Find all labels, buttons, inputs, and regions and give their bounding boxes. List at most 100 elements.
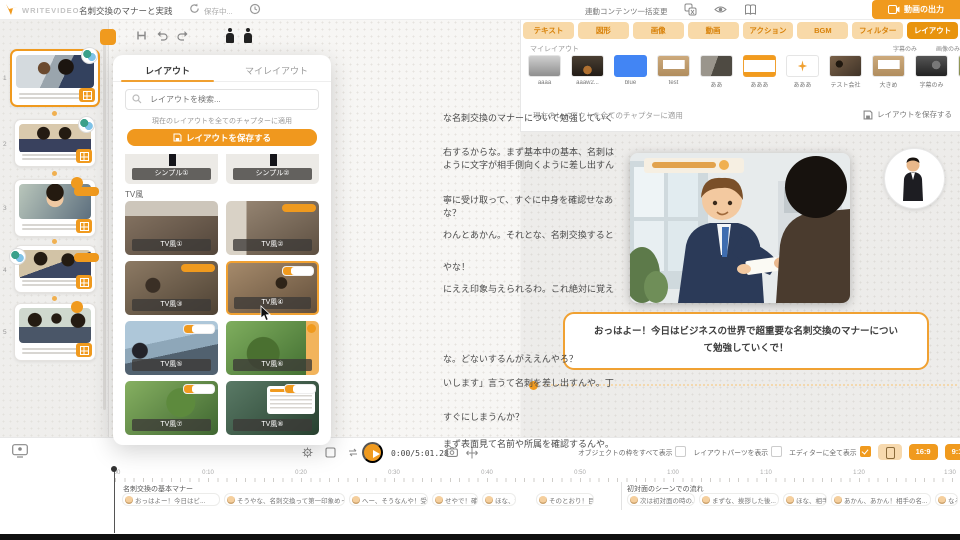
layout-thumbnail-tv[interactable]: TV風⑥ [226, 321, 319, 375]
asset-tab[interactable]: 動画 [688, 22, 739, 39]
my-layout-thumbnail[interactable]: あああ [743, 55, 776, 89]
script-line[interactable]: 寧に受け取って、すぐに中身を確認せなあ [443, 193, 613, 206]
my-layout-thumbnail[interactable]: あああ [786, 55, 819, 89]
aspect-ratio-button[interactable]: 9:16 [945, 444, 960, 460]
checkbox[interactable] [771, 446, 782, 457]
script-line[interactable]: まず表面見て名前や所属を確認するんや。 [443, 437, 614, 450]
apply-all-chapters-label[interactable]: 現在のレイアウトを全てのチャプターに適用 [113, 116, 331, 126]
scene-layout-button[interactable] [76, 219, 92, 233]
script-line[interactable]: わんとあかん。それとな、名刺交換すると [443, 228, 614, 241]
script-line[interactable]: 右するからな。まず基本中の基本、名刺は [443, 145, 614, 158]
scene-thumbnail[interactable] [14, 179, 96, 237]
scene-layout-button[interactable] [76, 275, 92, 289]
layout-search[interactable] [125, 89, 319, 110]
sidebar-scrollbar[interactable] [103, 30, 106, 410]
add-scene-dot[interactable] [52, 239, 57, 244]
timeline-ruler[interactable] [115, 478, 956, 482]
layout-panel-tab[interactable]: レイアウト [113, 55, 222, 81]
presenter-avatar[interactable] [884, 148, 945, 209]
subtitle-segment[interactable]: そのとおり！目見て笑... [536, 493, 594, 506]
subtitle-box[interactable]: おっはよー！今日はビジネスの世界で超重要な名刺交換のマナーについて勉強していくで… [563, 312, 929, 370]
add-scene-dot[interactable] [52, 111, 57, 116]
script-line[interactable]: な？ [443, 206, 461, 219]
layout-thumbnail-simple[interactable]: シンプル② [226, 154, 319, 184]
scene-thumbnail[interactable] [14, 119, 96, 167]
frame-icon[interactable] [325, 447, 337, 459]
script-line[interactable]: にええ印象与えられるわ。これ絶対に覚え [443, 282, 614, 295]
guide-book-icon[interactable] [744, 3, 757, 16]
character-1-icon[interactable] [225, 28, 234, 43]
subtitle-segment[interactable]: ほな、相... [482, 493, 516, 506]
my-layout-thumbnail[interactable]: 大きめ [872, 55, 905, 89]
scene-card[interactable]: 5 [0, 303, 108, 361]
script-line[interactable]: いします」言うて名刺を差し出すんや。丁 [443, 376, 614, 389]
visibility-icon[interactable] [714, 3, 727, 16]
asset-tab[interactable]: BGM [797, 22, 848, 39]
display-toggle-icon[interactable] [12, 444, 24, 456]
scene-thumbnail[interactable] [14, 245, 96, 293]
translate-icon[interactable] [684, 3, 697, 16]
layout-thumbnail-tv[interactable]: TV風⑤ [125, 321, 218, 375]
asset-tab[interactable]: テキスト [523, 22, 574, 39]
checkbox[interactable] [675, 446, 686, 457]
bulk-change-label[interactable]: 連動コンテンツ一括変更 [585, 6, 668, 17]
my-layout-thumbnail[interactable]: aaaw2... [571, 55, 604, 89]
play-button[interactable] [362, 442, 383, 463]
my-layout-thumbnail[interactable]: テスト会社 [829, 55, 862, 89]
subtitle-segment[interactable]: へー、そうなんや！受け取るときも両... [349, 493, 428, 506]
project-title[interactable]: 名刺交換のマナーと実践 [79, 5, 173, 17]
script-line[interactable]: やな！ [443, 260, 470, 273]
display-toggle[interactable]: エディターに全て表示 [789, 446, 871, 457]
display-toggle[interactable]: レイアウトパーツを表示 [693, 446, 782, 457]
export-video-button[interactable]: 動画の出力 [872, 0, 960, 19]
history-icon[interactable] [249, 3, 262, 16]
script-line[interactable]: ように文字が相手側向くように差し出すん [443, 158, 614, 171]
subtitle-segment[interactable]: ほな、相手... [783, 493, 827, 506]
add-scene-dot[interactable] [52, 171, 57, 176]
scene-card[interactable]: 4 [0, 245, 108, 293]
scene-thumbnail[interactable] [14, 303, 96, 361]
asset-tab[interactable]: 画像 [633, 22, 684, 39]
character-2-icon[interactable] [243, 28, 252, 43]
redo-icon[interactable] [177, 30, 189, 41]
video-preview[interactable] [630, 153, 850, 303]
add-scene-dot[interactable] [52, 296, 57, 301]
subtitle-segment[interactable]: おっはよー！今日はビ... [122, 493, 220, 506]
my-layout-thumbnail[interactable]: blue [614, 55, 647, 89]
script-line[interactable]: な。どないするんがええんやろ？ [443, 352, 578, 365]
layout-thumbnail-simple[interactable]: シンプル① [125, 154, 218, 184]
asset-tab[interactable]: フィルター [852, 22, 903, 39]
loop-icon[interactable] [347, 447, 359, 459]
script-line[interactable]: すぐにしまうんか？ [443, 410, 524, 423]
portrait-preview-button[interactable] [878, 444, 902, 460]
scene-card[interactable]: 1 [0, 49, 108, 107]
layout-search-input[interactable] [148, 91, 312, 108]
my-layout-thumbnail[interactable]: test [657, 55, 690, 89]
save-layout-button[interactable]: レイアウトを保存する [127, 129, 317, 146]
add-button[interactable] [100, 29, 116, 45]
script-line[interactable]: な名刺交換のマナーについて勉強していく [443, 111, 613, 124]
save-layout-link[interactable]: レイアウトを保存する [863, 109, 952, 120]
scene-card[interactable]: 2 [0, 119, 108, 167]
subtitle-segment[interactable]: せやで！確認したらちゃ... [432, 493, 478, 506]
subtitle-segment[interactable]: あかん、あかん！相手の名... [831, 493, 931, 506]
layout-thumbnail-tv[interactable]: TV風② [226, 201, 319, 255]
asset-tab[interactable]: レイアウト [907, 22, 958, 39]
heading-tool-icon[interactable] [136, 30, 147, 41]
subtitle-segment[interactable]: そうやな、名刺交換って第一印象めっ... [224, 493, 345, 506]
layout-thumbnail-tv[interactable]: TV風④ [226, 261, 319, 315]
layout-thumbnail-tv[interactable]: TV風⑧ [226, 381, 319, 435]
my-layout-thumbnail[interactable]: ああ [700, 55, 733, 89]
checkbox[interactable] [860, 446, 871, 457]
subtitle-segment[interactable]: 次は初対面の時の... [627, 493, 695, 506]
undo-icon[interactable] [156, 30, 168, 41]
playhead[interactable] [114, 469, 115, 533]
asset-tab[interactable]: 図形 [578, 22, 629, 39]
settings-gear-icon[interactable] [302, 447, 314, 459]
layout-panel-tab[interactable]: マイレイアウト [222, 55, 331, 81]
scene-thumbnail[interactable] [10, 49, 100, 107]
scene-layout-button[interactable] [79, 88, 95, 102]
my-layout-thumbnail[interactable]: aaaa [528, 55, 561, 89]
asset-tab[interactable]: アクション [743, 22, 794, 39]
aspect-ratio-button[interactable]: 16:9 [909, 444, 938, 460]
